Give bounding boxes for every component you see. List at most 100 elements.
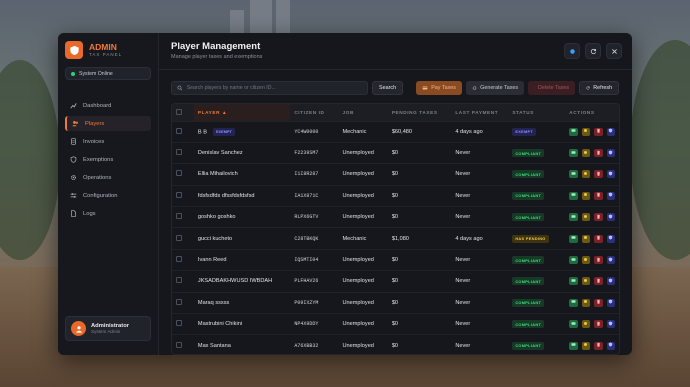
row-checkbox[interactable]: [176, 149, 182, 156]
exempt-action-button[interactable]: [606, 170, 615, 179]
invoice-action-button[interactable]: [581, 149, 591, 158]
table-row[interactable]: Max Santana A76XBB32 Unemployed $0 Never COMP…: [172, 334, 619, 354]
pay-action-button[interactable]: [569, 234, 578, 243]
delete-taxes-button[interactable]: Delete Taxes: [528, 81, 576, 95]
sidebar-item-dashboard[interactable]: Dashboard: [65, 98, 151, 113]
player-cell: Ivann Reed: [193, 248, 291, 271]
pay-action-button[interactable]: [569, 277, 578, 286]
exempt-action-button[interactable]: [606, 320, 615, 329]
invoice-action-button[interactable]: [581, 277, 591, 286]
row-checkbox[interactable]: [176, 277, 182, 284]
invoice-action-button[interactable]: [581, 256, 591, 265]
refresh-button[interactable]: Refresh: [579, 81, 620, 95]
exempt-action-button[interactable]: [606, 277, 615, 286]
player-name: goshko goshko: [197, 214, 236, 221]
table-row[interactable]: B B EXEMPT YC4W0000 Mechanic $60,480 4 days a…: [172, 120, 619, 143]
exempt-action-button[interactable]: [606, 256, 615, 265]
citizen-id-cell: A76XBB32: [290, 334, 339, 354]
delete-action-button[interactable]: [594, 256, 603, 265]
job-cell: Unemployed: [338, 206, 388, 228]
table-row[interactable]: gucci kucheto C28TBKQK Mechanic $1,080 4 day…: [172, 227, 619, 250]
delete-action-button[interactable]: [594, 298, 603, 307]
delete-action-button[interactable]: [594, 320, 603, 329]
exempt-action-button[interactable]: [606, 213, 615, 222]
pending-taxes-cell: $0: [387, 184, 452, 207]
invoice-action-button[interactable]: [581, 341, 591, 350]
search-button[interactable]: Search: [372, 81, 404, 95]
pay-action-button[interactable]: [569, 191, 578, 200]
pay-action-button[interactable]: [569, 341, 578, 350]
sidebar-item-players[interactable]: Players: [65, 116, 151, 131]
exempt-action-button[interactable]: [606, 127, 615, 136]
sidebar-item-operations[interactable]: Operations: [65, 170, 151, 185]
theme-toggle-button[interactable]: [564, 43, 580, 59]
exempt-action-button[interactable]: [606, 234, 615, 243]
select-all-checkbox[interactable]: [176, 108, 182, 115]
pay-action-button[interactable]: [569, 298, 578, 307]
row-checkbox[interactable]: [176, 256, 182, 263]
invoice-action-button[interactable]: [581, 234, 591, 243]
column-header-pending-taxes[interactable]: PENDING TAXES: [387, 104, 452, 121]
coin-icon: [583, 171, 588, 178]
generate-taxes-button[interactable]: Generate Taxes: [466, 81, 525, 95]
pay-taxes-button[interactable]: Pay Taxes: [416, 81, 463, 95]
last-payment-cell: 4 days ago: [451, 120, 509, 143]
user-card[interactable]: Administrator System Admin: [65, 316, 151, 341]
header-refresh-button[interactable]: [585, 43, 601, 59]
pay-action-button[interactable]: [569, 320, 578, 329]
row-checkbox[interactable]: [176, 298, 182, 305]
column-header-player[interactable]: PLAYER ▲: [193, 104, 291, 121]
table-row[interactable]: goshko goshko RLPX6GTV Unemployed $0 Never CO…: [172, 206, 619, 228]
sidebar-item-configuration[interactable]: Configuration: [65, 188, 151, 203]
sidebar-item-logs[interactable]: Logs: [65, 206, 151, 221]
actions-cell: [565, 163, 619, 186]
row-checkbox[interactable]: [176, 213, 182, 220]
column-header-job[interactable]: JOB: [338, 104, 388, 121]
invoice-action-button[interactable]: [581, 127, 591, 136]
delete-action-button[interactable]: [594, 341, 603, 350]
exempt-action-button[interactable]: [606, 298, 615, 307]
invoice-action-button[interactable]: [581, 191, 591, 200]
exempt-action-button[interactable]: [606, 341, 615, 350]
column-header-last-payment[interactable]: LAST PAYMENT: [451, 104, 509, 121]
delete-action-button[interactable]: [594, 277, 603, 286]
table-row[interactable]: Ellia Mihailovich I1I8R287 Unemployed $0 Nev…: [172, 163, 619, 186]
row-checkbox[interactable]: [176, 127, 182, 134]
row-checkbox[interactable]: [176, 234, 182, 241]
row-checkbox[interactable]: [176, 170, 182, 177]
close-button[interactable]: [606, 43, 622, 59]
table-row[interactable]: Mastrubini Chikini NP4X9DDY Unemployed $0 Ne…: [172, 313, 619, 335]
exempt-action-button[interactable]: [606, 149, 615, 158]
delete-action-button[interactable]: [594, 149, 603, 158]
delete-action-button[interactable]: [594, 191, 603, 200]
column-header-citizen-id[interactable]: CITIZEN ID: [290, 104, 339, 121]
sidebar-item-exemptions[interactable]: Exemptions: [65, 152, 151, 167]
row-checkbox[interactable]: [176, 191, 182, 198]
delete-action-button[interactable]: [594, 170, 603, 179]
table-row[interactable]: Denislav Sanchez F2239SM7 Unemployed $0 Neve…: [172, 141, 619, 164]
pay-action-button[interactable]: [569, 127, 578, 136]
table-row[interactable]: JKSADBAKHWUSD IWBDAH PLFHAV26 Unemployed $0…: [172, 270, 619, 293]
sidebar-item-invoices[interactable]: Invoices: [65, 134, 151, 149]
pay-action-button[interactable]: [569, 170, 578, 179]
delete-action-button[interactable]: [594, 234, 603, 243]
delete-action-button[interactable]: [594, 127, 603, 136]
row-checkbox[interactable]: [176, 320, 182, 327]
invoice-action-button[interactable]: [581, 298, 591, 307]
exempt-action-button[interactable]: [606, 191, 615, 200]
invoice-action-button[interactable]: [581, 320, 591, 329]
last-payment-cell: Never: [451, 248, 509, 271]
pending-taxes-cell: $0: [387, 334, 452, 354]
table-row[interactable]: Maraq sssss P09IXZYM Unemployed $0 Never COMP…: [172, 291, 619, 314]
invoice-action-button[interactable]: [581, 213, 591, 222]
search-input[interactable]: [186, 85, 362, 91]
invoice-action-button[interactable]: [581, 170, 591, 179]
row-checkbox[interactable]: [176, 341, 182, 348]
delete-action-button[interactable]: [594, 213, 603, 222]
table-row[interactable]: Ivann Reed IQSMTI04 Unemployed $0 Never COMPL…: [172, 248, 619, 271]
player-cell: gucci kucheto: [193, 227, 291, 250]
pay-action-button[interactable]: [569, 213, 578, 222]
pay-action-button[interactable]: [569, 149, 578, 158]
table-row[interactable]: fdsfsdfds dfssfdsfdsfsd IA1X871C Unemploye…: [172, 184, 619, 207]
pay-action-button[interactable]: [569, 256, 578, 265]
